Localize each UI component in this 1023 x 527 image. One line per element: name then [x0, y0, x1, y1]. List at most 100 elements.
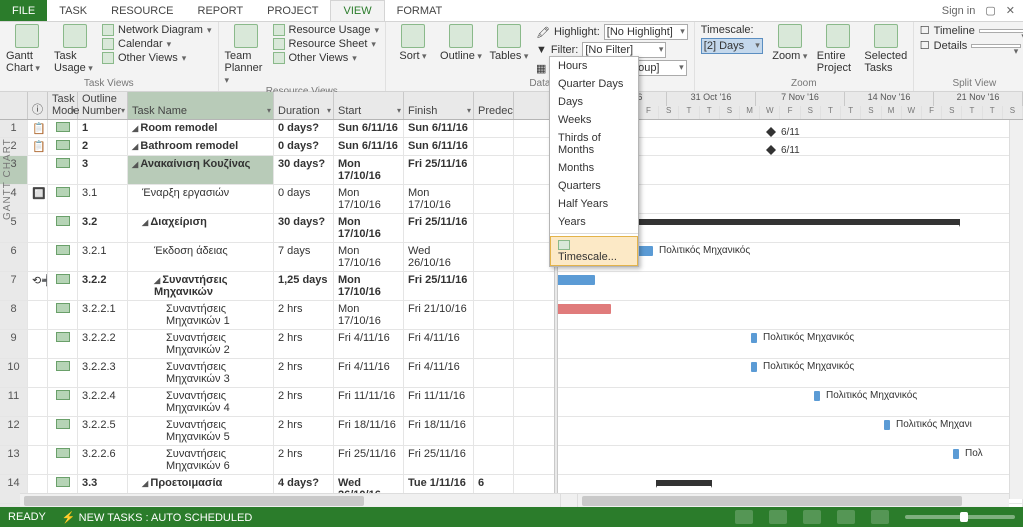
- task-row[interactable]: 33Ανακαίνιση Κουζίνας30 days?Mon 17/10/1…: [0, 156, 1023, 185]
- finish-cell[interactable]: Fri 21/10/16: [404, 301, 474, 329]
- resource-usage-button[interactable]: Resource Usage: [273, 24, 379, 36]
- task-row[interactable]: 2📋2Bathroom remodel0 days?Sun 6/11/16Sun…: [0, 138, 1023, 156]
- duration-cell[interactable]: 0 days: [274, 185, 334, 213]
- finish-cell[interactable]: Fri 4/11/16: [404, 330, 474, 358]
- row-number[interactable]: 6: [0, 243, 28, 271]
- pred-cell[interactable]: [474, 272, 514, 300]
- start-cell[interactable]: Fri 11/11/16: [334, 388, 404, 416]
- taskname-cell[interactable]: Συναντήσεις Μηχανικών 2: [128, 330, 274, 358]
- task-row[interactable]: 83.2.2.1Συναντήσεις Μηχανικών 12 hrsMon …: [0, 301, 1023, 330]
- tab-view[interactable]: VIEW: [330, 0, 384, 21]
- taskname-cell[interactable]: Έναρξη εργασιών: [128, 185, 274, 213]
- status-newtasks[interactable]: ⚡ NEW TASKS : AUTO SCHEDULED: [62, 511, 252, 524]
- team-planner-button[interactable]: Team Planner: [225, 24, 267, 86]
- outline-header[interactable]: Outline Number▾: [78, 92, 128, 119]
- start-cell[interactable]: Mon 17/10/16: [334, 301, 404, 329]
- duration-cell[interactable]: 1,25 days: [274, 272, 334, 300]
- sort-button[interactable]: Sort: [392, 24, 434, 62]
- gantt-cell[interactable]: [514, 272, 1023, 300]
- finish-header[interactable]: Finish▾: [404, 92, 474, 119]
- outline-cell[interactable]: 3.2.2.1: [78, 301, 128, 329]
- pred-cell[interactable]: [474, 156, 514, 184]
- outline-cell[interactable]: 3.2.2.2: [78, 330, 128, 358]
- task-row[interactable]: 7⟲➕3.2.2Συναντήσεις Μηχανικών1,25 daysMo…: [0, 272, 1023, 301]
- start-header[interactable]: Start▾: [334, 92, 404, 119]
- taskname-cell[interactable]: Συναντήσεις Μηχανικών 4: [128, 388, 274, 416]
- timeline-check[interactable]: ☐Timeline: [920, 24, 1023, 37]
- view-shortcut-2[interactable]: [769, 510, 787, 524]
- duration-cell[interactable]: 0 days?: [274, 120, 334, 137]
- signin-link[interactable]: Sign in: [942, 5, 976, 17]
- duration-cell[interactable]: 2 hrs: [274, 417, 334, 445]
- mode-cell[interactable]: [48, 272, 78, 300]
- outline-cell[interactable]: 3.2.2.3: [78, 359, 128, 387]
- task-row[interactable]: 63.2.1Έκδοση άδειας7 daysMon 17/10/16Wed…: [0, 243, 1023, 272]
- details-check[interactable]: ☐Details: [920, 39, 1023, 52]
- ribbon-collapse-icon[interactable]: ▢: [985, 4, 995, 17]
- task-row[interactable]: 133.2.2.6Συναντήσεις Μηχανικών 62 hrsFri…: [0, 446, 1023, 475]
- timescale-option-dlg[interactable]: Timescale...: [550, 236, 638, 266]
- taskname-cell[interactable]: Συναντήσεις Μηχανικών 3: [128, 359, 274, 387]
- gantt-chart-button[interactable]: Gantt Chart: [6, 24, 48, 74]
- duration-cell[interactable]: 30 days?: [274, 156, 334, 184]
- pred-cell[interactable]: [474, 138, 514, 155]
- finish-cell[interactable]: Fri 25/11/16: [404, 446, 474, 474]
- zoom-slider[interactable]: [905, 515, 1015, 519]
- horizontal-scrollbar[interactable]: [20, 493, 1009, 507]
- mode-cell[interactable]: [48, 120, 78, 137]
- view-shortcut-5[interactable]: [871, 510, 889, 524]
- taskname-cell[interactable]: Συναντήσεις Μηχανικών 5: [128, 417, 274, 445]
- tab-task[interactable]: TASK: [47, 0, 99, 21]
- pred-cell[interactable]: [474, 330, 514, 358]
- start-cell[interactable]: Mon 17/10/16: [334, 243, 404, 271]
- tables-button[interactable]: Tables: [488, 24, 530, 62]
- task-row[interactable]: 4🔲3.1Έναρξη εργασιών0 daysMon 17/10/16Mo…: [0, 185, 1023, 214]
- outline-cell[interactable]: 3.2.1: [78, 243, 128, 271]
- timescale-option[interactable]: Days: [550, 93, 638, 111]
- finish-cell[interactable]: Mon 17/10/16: [404, 185, 474, 213]
- duration-cell[interactable]: 0 days?: [274, 138, 334, 155]
- duration-cell[interactable]: 2 hrs: [274, 330, 334, 358]
- outline-cell[interactable]: 1: [78, 120, 128, 137]
- pred-cell[interactable]: [474, 446, 514, 474]
- finish-cell[interactable]: Sun 6/11/16: [404, 120, 474, 137]
- mode-cell[interactable]: [48, 301, 78, 329]
- taskname-header[interactable]: Task Name▾: [128, 92, 274, 119]
- finish-cell[interactable]: Fri 25/11/16: [404, 156, 474, 184]
- help-icon[interactable]: ✕: [1006, 4, 1015, 17]
- start-cell[interactable]: Fri 25/11/16: [334, 446, 404, 474]
- mode-cell[interactable]: [48, 243, 78, 271]
- taskname-cell[interactable]: Διαχείριση: [128, 214, 274, 242]
- pred-cell[interactable]: [474, 388, 514, 416]
- selected-tasks-button[interactable]: Selected Tasks: [865, 24, 907, 74]
- start-cell[interactable]: Sun 6/11/16: [334, 138, 404, 155]
- outline-cell[interactable]: 3.2.2.4: [78, 388, 128, 416]
- finish-cell[interactable]: Fri 25/11/16: [404, 214, 474, 242]
- duration-cell[interactable]: 2 hrs: [274, 301, 334, 329]
- timescale-option[interactable]: Hours: [550, 57, 638, 75]
- entire-project-button[interactable]: Entire Project: [817, 24, 859, 74]
- outline-cell[interactable]: 3.2.2: [78, 272, 128, 300]
- pred-cell[interactable]: [474, 301, 514, 329]
- row-number[interactable]: 12: [0, 417, 28, 445]
- duration-header[interactable]: Duration▾: [274, 92, 334, 119]
- vertical-scrollbar[interactable]: [1009, 120, 1023, 499]
- start-cell[interactable]: Sun 6/11/16: [334, 120, 404, 137]
- mode-cell[interactable]: [48, 446, 78, 474]
- pred-cell[interactable]: [474, 359, 514, 387]
- mode-cell[interactable]: [48, 185, 78, 213]
- network-diagram-button[interactable]: Network Diagram: [102, 24, 212, 36]
- pred-cell[interactable]: [474, 243, 514, 271]
- task-row[interactable]: 103.2.2.3Συναντήσεις Μηχανικών 32 hrsFri…: [0, 359, 1023, 388]
- predec-header[interactable]: Predec: [474, 92, 514, 119]
- tab-file[interactable]: FILE: [0, 0, 47, 21]
- mode-cell[interactable]: [48, 214, 78, 242]
- mode-cell[interactable]: [48, 156, 78, 184]
- timescale-option[interactable]: Quarters: [550, 177, 638, 195]
- row-number[interactable]: 8: [0, 301, 28, 329]
- start-cell[interactable]: Mon 17/10/16: [334, 272, 404, 300]
- highlight-combo[interactable]: [No Highlight]: [604, 24, 688, 40]
- start-cell[interactable]: Mon 17/10/16: [334, 156, 404, 184]
- timescale-option[interactable]: Quarter Days: [550, 75, 638, 93]
- task-usage-button[interactable]: Task Usage: [54, 24, 96, 74]
